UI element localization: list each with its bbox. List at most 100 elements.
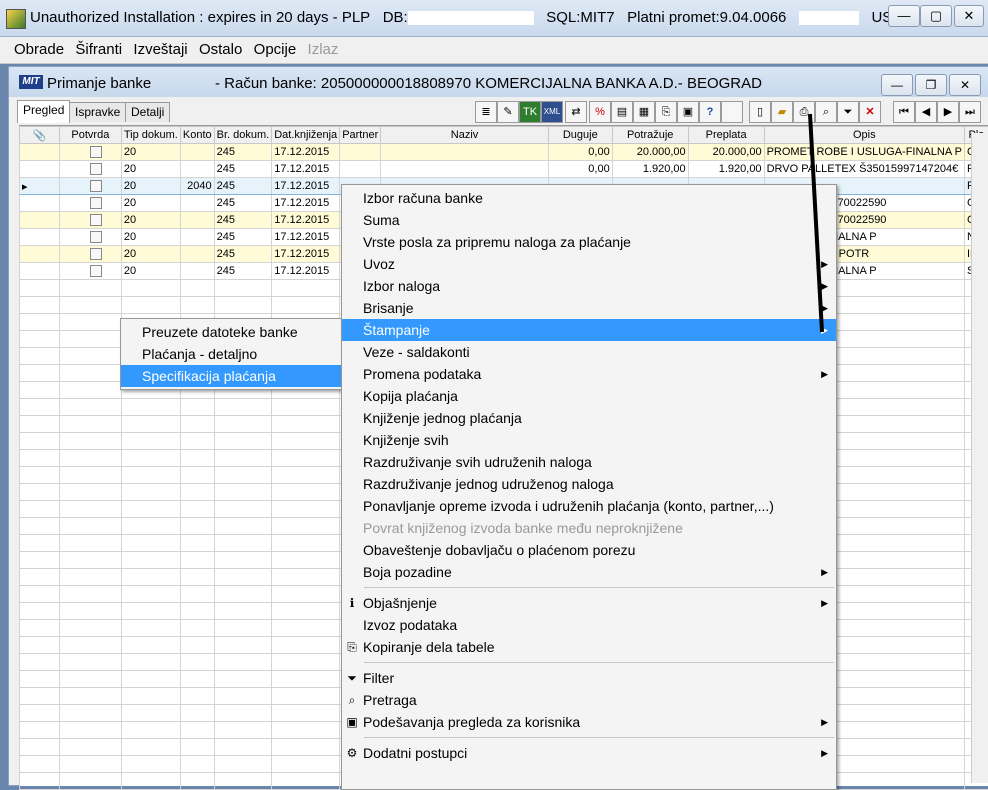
context-menu-item[interactable]: Izbor računa banke <box>342 187 836 209</box>
context-menu-item[interactable]: Izbor naloga▶ <box>342 275 836 297</box>
checkbox[interactable] <box>90 180 102 192</box>
cell-preplata[interactable]: 1.920,00 <box>688 161 764 178</box>
close-button[interactable]: ✕ <box>954 5 984 27</box>
cell-br-dokum[interactable]: 245 <box>214 178 272 195</box>
potvrda-checkbox[interactable] <box>59 246 121 263</box>
transfer-icon[interactable]: ⇄ <box>565 101 587 123</box>
context-menu-item[interactable]: Povrat knjiženog izvoda banke među nepro… <box>342 517 836 539</box>
context-menu-item[interactable]: Veze - saldakonti <box>342 341 836 363</box>
tab-ispravke[interactable]: Ispravke <box>69 102 126 122</box>
cell-dat[interactable]: 17.12.2015 <box>272 178 340 195</box>
cell-konto[interactable] <box>180 144 214 161</box>
potvrda-checkbox[interactable] <box>59 161 121 178</box>
child-restore-button[interactable]: ❐ <box>915 74 947 96</box>
context-menu-item[interactable]: Suma <box>342 209 836 231</box>
checkbox[interactable] <box>90 265 102 277</box>
menu-sifranti[interactable]: Šifranti <box>71 37 126 62</box>
cell-br-dokum[interactable]: 245 <box>214 161 272 178</box>
row-marker[interactable] <box>20 195 60 212</box>
context-menu-item[interactable]: Vrste posla za pripremu naloga za plaćan… <box>342 231 836 253</box>
cell-br-dokum[interactable]: 245 <box>214 144 272 161</box>
cell-dat[interactable]: 17.12.2015 <box>272 212 340 229</box>
row-marker[interactable] <box>20 246 60 263</box>
cell-duguje[interactable]: 0,00 <box>548 144 612 161</box>
cell-br-dokum[interactable]: 245 <box>214 263 272 280</box>
cell-konto[interactable] <box>180 229 214 246</box>
potvrda-checkbox[interactable] <box>59 263 121 280</box>
row-marker[interactable] <box>20 229 60 246</box>
cell-potrazuje[interactable]: 20.000,00 <box>612 144 688 161</box>
cell-br-dokum[interactable]: 245 <box>214 229 272 246</box>
row-marker[interactable]: ▸ <box>20 178 60 195</box>
cell-br-dokum[interactable]: 245 <box>214 246 272 263</box>
cell-tip[interactable]: 20 <box>121 229 180 246</box>
child-close-button[interactable]: ✕ <box>949 74 981 96</box>
edit-icon[interactable]: ✎ <box>497 101 519 123</box>
cell-tip[interactable]: 20 <box>121 178 180 195</box>
context-menu-item[interactable]: ⎘Kopiranje dela tabele <box>342 636 836 658</box>
open-folder-icon[interactable]: ▰ <box>771 101 793 123</box>
percent-icon[interactable]: % <box>589 101 611 123</box>
menu-ostalo[interactable]: Ostalo <box>195 37 246 62</box>
cell-naziv[interactable] <box>381 144 549 161</box>
monitor-icon[interactable]: ▣ <box>677 101 699 123</box>
potvrda-checkbox[interactable] <box>59 212 121 229</box>
cell-partner[interactable] <box>340 161 381 178</box>
menu-obrade[interactable]: Obrade <box>10 37 68 62</box>
menu-izvestaji[interactable]: Izveštaji <box>129 37 191 62</box>
report-icon[interactable]: ▦ <box>633 101 655 123</box>
cell-opis[interactable]: DRVO PALLETEX Š35015997147204€ <box>764 161 964 178</box>
context-menu-item[interactable]: Knjiženje svih <box>342 429 836 451</box>
row-marker[interactable] <box>20 263 60 280</box>
child-minimize-button[interactable]: — <box>881 74 913 96</box>
last-record-icon[interactable]: ⏭ <box>959 101 981 123</box>
blank-icon[interactable] <box>721 101 743 123</box>
checkbox[interactable] <box>90 231 102 243</box>
col-potvrda[interactable]: Potvrda <box>59 127 121 144</box>
context-menu-item[interactable]: Kopija plaćanja <box>342 385 836 407</box>
checkbox[interactable] <box>90 248 102 260</box>
cell-dat[interactable]: 17.12.2015 <box>272 229 340 246</box>
cell-konto[interactable] <box>180 161 214 178</box>
prev-record-icon[interactable]: ◀ <box>915 101 937 123</box>
submenu-item-specifikacija-placanja[interactable]: Specifikacija plaćanja <box>121 365 345 387</box>
col-opis[interactable]: Opis <box>764 127 964 144</box>
context-menu-item[interactable]: ℹObjašnjenje▶ <box>342 592 836 614</box>
new-icon[interactable]: ▯ <box>749 101 771 123</box>
cell-tip[interactable]: 20 <box>121 144 180 161</box>
first-record-icon[interactable]: ⏮ <box>893 101 915 123</box>
context-menu-item[interactable]: Promena podataka▶ <box>342 363 836 385</box>
checkbox[interactable] <box>90 146 102 158</box>
cell-konto[interactable] <box>180 195 214 212</box>
attachment-header[interactable]: 📎 <box>20 127 60 144</box>
cell-tip[interactable]: 20 <box>121 195 180 212</box>
context-menu-item[interactable]: Izvoz podataka <box>342 614 836 636</box>
cell-opis[interactable]: PROMET ROBE I USLUGA-FINALNA P <box>764 144 964 161</box>
cell-dat[interactable]: 17.12.2015 <box>272 195 340 212</box>
context-menu-item[interactable]: Razdruživanje jednog udruženog naloga <box>342 473 836 495</box>
col-preplata[interactable]: Preplata <box>688 127 764 144</box>
context-menu-item[interactable]: ⚙Dodatni postupci▶ <box>342 742 836 764</box>
document-icon[interactable]: ▤ <box>611 101 633 123</box>
context-menu-item[interactable]: Knjiženje jednog plaćanja <box>342 407 836 429</box>
cell-partner[interactable] <box>340 144 381 161</box>
col-naziv[interactable]: Naziv <box>381 127 549 144</box>
context-menu-item[interactable]: Uvoz▶ <box>342 253 836 275</box>
submenu-item-preuzete-datoteke[interactable]: Preuzete datoteke banke <box>121 321 345 343</box>
vertical-scrollbar[interactable] <box>971 133 988 783</box>
row-marker[interactable] <box>20 212 60 229</box>
minimize-button[interactable]: — <box>888 5 920 27</box>
context-menu-item[interactable]: ▣Podešavanja pregleda za korisnika▶ <box>342 711 836 733</box>
col-dat-knjizenja[interactable]: Dat.knjiženja <box>272 127 340 144</box>
col-br-dokum[interactable]: Br. dokum. <box>214 127 272 144</box>
context-menu-item[interactable]: ⌕Pretraga <box>342 689 836 711</box>
cell-tip[interactable]: 20 <box>121 246 180 263</box>
table-row[interactable]: 2024517.12.20150,001.920,001.920,00DRVO … <box>20 161 988 178</box>
cell-tip[interactable]: 20 <box>121 263 180 280</box>
cell-konto[interactable] <box>180 263 214 280</box>
checkbox[interactable] <box>90 163 102 175</box>
tk-icon[interactable]: TK <box>519 101 541 123</box>
submenu-item-placanja-detaljno[interactable]: Plaćanja - detaljno <box>121 343 345 365</box>
col-konto[interactable]: Konto <box>180 127 214 144</box>
row-marker[interactable] <box>20 161 60 178</box>
